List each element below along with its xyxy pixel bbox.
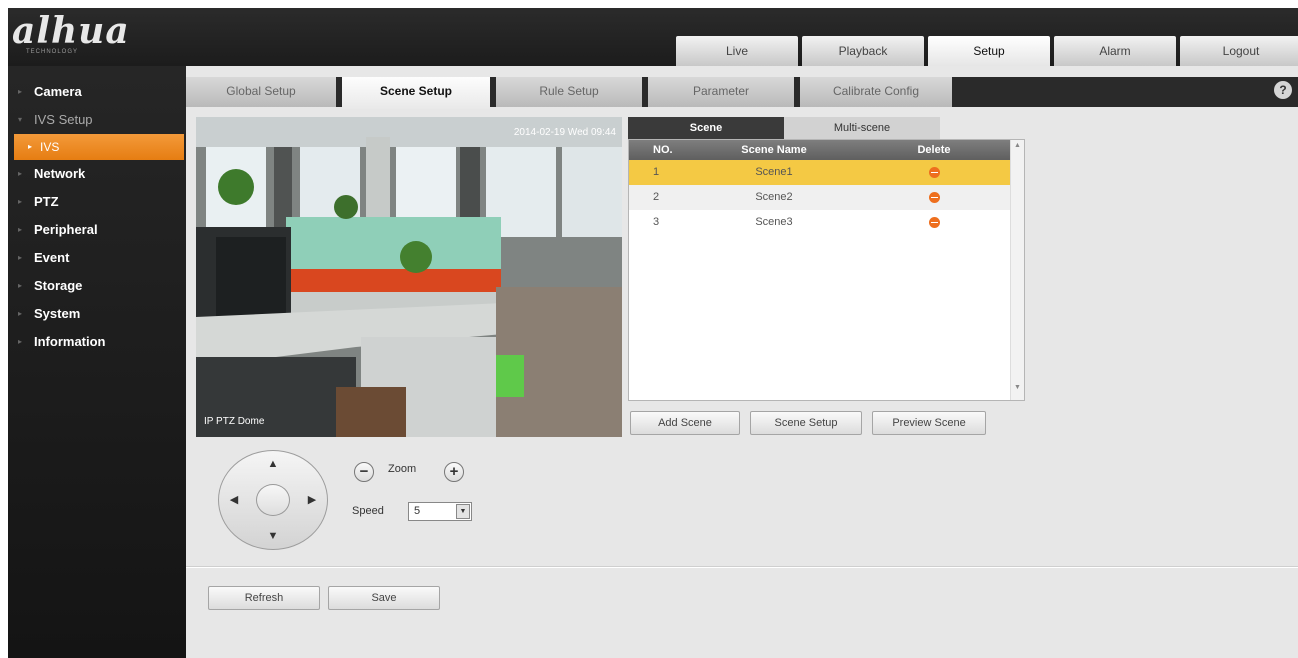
row-scene-name: Scene3	[755, 216, 793, 228]
sidebar-item-label: Network	[34, 166, 86, 181]
tab-multi-scene[interactable]: Multi-scene	[784, 117, 940, 139]
zoom-in-button[interactable]: +	[444, 462, 464, 482]
expand-arrow-icon: ▸	[18, 225, 23, 234]
sidebar-item-network[interactable]: ▸ Network	[8, 160, 186, 188]
speed-value: 5	[414, 505, 421, 517]
column-header-delete: Delete	[917, 144, 951, 156]
nav-tab-live[interactable]: Live	[676, 36, 798, 66]
row-scene-name: Scene1	[755, 166, 793, 178]
table-row[interactable]: 2 Scene2	[629, 185, 1010, 210]
scroll-down-arrow-icon[interactable]: ▼	[1011, 384, 1024, 398]
expand-arrow-icon: ▸	[18, 197, 23, 206]
sidebar-item-ivs-setup[interactable]: ▾ IVS Setup	[8, 106, 186, 134]
sidebar: ▸ Camera ▾ IVS Setup ▸ IVS ▸ Network ▸ P…	[8, 66, 186, 658]
sidebar-subitem-ivs[interactable]: ▸ IVS	[14, 134, 184, 160]
divider	[186, 566, 1298, 568]
sidebar-item-label: System	[34, 306, 81, 321]
tab-calibrate-config[interactable]: Calibrate Config	[800, 77, 952, 107]
tab-rule-setup[interactable]: Rule Setup	[496, 77, 642, 107]
sub-tab-bar: Global Setup Scene Setup Rule Setup Para…	[186, 77, 1298, 109]
sidebar-item-label: IVS Setup	[34, 112, 93, 127]
ptz-direction-pad: ▲ ▼ ◀ ▶	[218, 450, 328, 550]
row-number: 3	[653, 216, 660, 228]
video-frame-image	[196, 117, 622, 437]
nav-tab-playback[interactable]: Playback	[802, 36, 924, 66]
row-number: 1	[653, 166, 660, 178]
ptz-center-button[interactable]	[256, 484, 290, 516]
sidebar-item-camera[interactable]: ▸ Camera	[8, 78, 186, 106]
row-scene-name: Scene2	[755, 191, 793, 203]
main-content: Global Setup Scene Setup Rule Setup Para…	[186, 66, 1298, 658]
sidebar-item-label: IVS	[40, 140, 60, 154]
scene-tab-bar: Scene Multi-scene	[628, 117, 940, 139]
delete-icon[interactable]	[928, 191, 940, 203]
sidebar-item-label: Storage	[34, 278, 83, 293]
nav-tab-setup[interactable]: Setup	[928, 36, 1050, 66]
ptz-right-arrow-icon[interactable]: ▶	[304, 492, 320, 508]
tab-parameter[interactable]: Parameter	[648, 77, 794, 107]
help-icon[interactable]: ?	[1274, 81, 1292, 99]
zoom-label: Zoom	[388, 463, 417, 475]
add-scene-button[interactable]: Add Scene	[630, 411, 740, 435]
nav-tab-alarm[interactable]: Alarm	[1054, 36, 1176, 66]
delete-cell	[859, 185, 1009, 210]
expand-arrow-icon: ▸	[18, 87, 23, 96]
table-row[interactable]: 3 Scene3	[629, 210, 1010, 235]
sidebar-item-label: Event	[34, 250, 70, 265]
refresh-button[interactable]: Refresh	[208, 586, 320, 610]
table-header: NO. Scene Name Delete	[629, 140, 1010, 160]
collapse-arrow-icon: ▾	[18, 115, 23, 124]
sidebar-item-label: Peripheral	[34, 222, 98, 237]
expand-arrow-icon: ▸	[18, 169, 23, 178]
save-button[interactable]: Save	[328, 586, 440, 610]
top-header: alhua TECHNOLOGY Live Playback Setup Ala…	[8, 8, 1298, 66]
table-scrollbar[interactable]: ▲ ▼	[1010, 140, 1024, 400]
brand-logo: alhua	[12, 10, 130, 52]
expand-arrow-icon: ▸	[18, 309, 23, 318]
preview-scene-button[interactable]: Preview Scene	[872, 411, 986, 435]
zoom-out-button[interactable]: −	[354, 462, 374, 482]
column-header-scene-name: Scene Name	[741, 144, 807, 156]
delete-cell	[859, 160, 1009, 185]
ptz-down-arrow-icon[interactable]: ▼	[265, 528, 281, 544]
expand-arrow-icon: ▸	[18, 281, 23, 290]
main-nav: Live Playback Setup Alarm Logout	[676, 36, 1298, 66]
scroll-up-arrow-icon[interactable]: ▲	[1011, 142, 1024, 156]
row-number: 2	[653, 191, 660, 203]
video-timestamp: 2014-02-19 Wed 09:44	[513, 127, 616, 138]
sidebar-item-peripheral[interactable]: ▸ Peripheral	[8, 216, 186, 244]
pointer-arrow-icon: ▸	[28, 142, 33, 151]
sidebar-item-label: Information	[34, 334, 106, 349]
sidebar-item-information[interactable]: ▸ Information	[8, 328, 186, 356]
sidebar-item-label: PTZ	[34, 194, 59, 209]
speed-select[interactable]: 5 ▼	[408, 502, 472, 521]
scene-table: NO. Scene Name Delete 1 Scene1 2 Scene2 …	[628, 139, 1025, 401]
delete-cell	[859, 210, 1009, 235]
tab-scene[interactable]: Scene	[628, 117, 784, 139]
delete-icon[interactable]	[928, 166, 940, 178]
chevron-down-icon[interactable]: ▼	[456, 504, 470, 519]
nav-tab-logout[interactable]: Logout	[1180, 36, 1298, 66]
column-header-no: NO.	[653, 144, 673, 156]
sidebar-item-storage[interactable]: ▸ Storage	[8, 272, 186, 300]
scene-setup-button[interactable]: Scene Setup	[750, 411, 862, 435]
video-preview[interactable]: 2014-02-19 Wed 09:44 IP PTZ Dome	[196, 117, 622, 437]
ptz-left-arrow-icon[interactable]: ◀	[226, 492, 242, 508]
speed-label: Speed	[352, 505, 384, 517]
table-row[interactable]: 1 Scene1	[629, 160, 1010, 185]
sidebar-item-event[interactable]: ▸ Event	[8, 244, 186, 272]
expand-arrow-icon: ▸	[18, 253, 23, 262]
ptz-up-arrow-icon[interactable]: ▲	[265, 456, 281, 472]
brand-logo-subtitle: TECHNOLOGY	[26, 49, 79, 55]
sidebar-item-system[interactable]: ▸ System	[8, 300, 186, 328]
sidebar-item-label: Camera	[34, 84, 82, 99]
expand-arrow-icon: ▸	[18, 337, 23, 346]
tab-global-setup[interactable]: Global Setup	[186, 77, 336, 107]
tab-scene-setup[interactable]: Scene Setup	[342, 77, 490, 109]
video-channel-label: IP PTZ Dome	[204, 416, 265, 427]
delete-icon[interactable]	[928, 216, 940, 228]
sidebar-item-ptz[interactable]: ▸ PTZ	[8, 188, 186, 216]
